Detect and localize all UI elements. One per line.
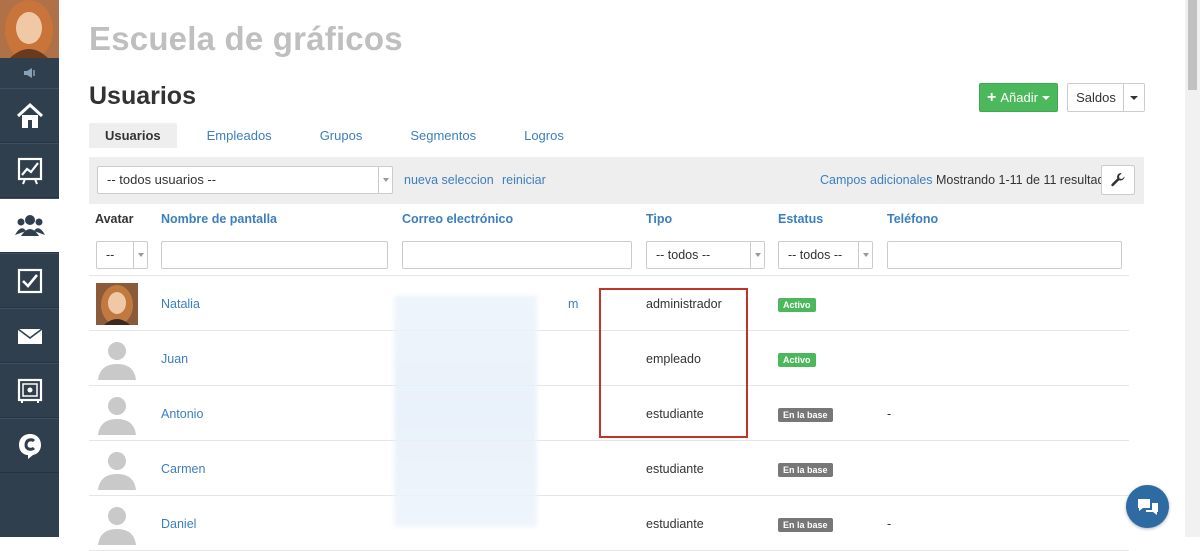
sidebar bbox=[0, 0, 59, 537]
avatar bbox=[96, 393, 138, 435]
tab-grupos[interactable]: Grupos bbox=[304, 123, 379, 148]
user-phone: - bbox=[887, 517, 892, 531]
header-phone[interactable]: Teléfono bbox=[887, 212, 938, 226]
envelope-icon bbox=[17, 327, 42, 344]
phone-filter-input[interactable] bbox=[887, 241, 1122, 269]
chat-logo-icon bbox=[18, 433, 41, 459]
header-email[interactable]: Correo electrónico bbox=[402, 212, 513, 226]
redacted-email-overlay bbox=[394, 295, 537, 527]
extra-fields-link[interactable]: Campos adicionales bbox=[820, 173, 933, 187]
tab-usuarios[interactable]: Usuarios bbox=[89, 123, 177, 148]
table-row[interactable]: Carmen estudiante En la base bbox=[89, 441, 1129, 496]
checkbox-icon bbox=[17, 268, 42, 293]
status-badge: En la base bbox=[778, 518, 833, 532]
user-email-link[interactable]: m bbox=[568, 297, 578, 311]
users-icon bbox=[14, 214, 45, 236]
default-avatar-icon bbox=[98, 452, 136, 490]
home-icon bbox=[16, 102, 43, 128]
filter-row: -- -- todos -- -- todos -- bbox=[89, 234, 1129, 276]
status-badge: Activo bbox=[778, 353, 816, 367]
chevron-down-icon bbox=[1130, 95, 1138, 100]
chevron-down-icon bbox=[378, 167, 392, 193]
user-name-link[interactable]: Carmen bbox=[161, 462, 205, 476]
avatar bbox=[96, 338, 138, 380]
sidebar-item-reports[interactable] bbox=[0, 143, 59, 198]
header-status[interactable]: Estatus bbox=[778, 212, 823, 226]
sidebar-item-messages[interactable] bbox=[0, 308, 59, 363]
avatar bbox=[96, 503, 138, 545]
chat-bubbles-icon bbox=[1137, 498, 1158, 515]
page-scrollbar-thumb[interactable] bbox=[1188, 0, 1197, 90]
add-button-label: Añadir bbox=[1000, 90, 1038, 105]
default-avatar-icon bbox=[98, 342, 136, 380]
add-button[interactable]: + Añadir bbox=[979, 83, 1058, 112]
sidebar-item-safe[interactable] bbox=[0, 363, 59, 418]
table-row[interactable]: Daniel estudiante En la base - bbox=[89, 496, 1129, 551]
tab-empleados[interactable]: Empleados bbox=[191, 123, 288, 148]
user-type: estudiante bbox=[646, 462, 704, 476]
announcements-icon[interactable] bbox=[0, 58, 59, 88]
page-title: Usuarios bbox=[89, 82, 196, 110]
user-photo-icon bbox=[96, 283, 138, 325]
status-badge: En la base bbox=[778, 463, 833, 477]
settings-button[interactable] bbox=[1101, 165, 1135, 195]
avatar-filter-select[interactable]: -- bbox=[96, 241, 148, 269]
user-name-link[interactable]: Juan bbox=[161, 352, 188, 366]
app-title: Escuela de gráficos bbox=[89, 20, 403, 57]
status-badge: Activo bbox=[778, 298, 816, 312]
user-group-select-value: -- todos usuarios -- bbox=[107, 172, 217, 187]
reset-link[interactable]: reiniciar bbox=[502, 173, 546, 187]
saldos-dropdown-toggle[interactable] bbox=[1123, 83, 1145, 112]
page-scrollbar[interactable] bbox=[1185, 0, 1200, 537]
chart-icon bbox=[17, 157, 42, 184]
user-group-select[interactable]: -- todos usuarios -- bbox=[97, 166, 393, 194]
user-name-link[interactable]: Antonio bbox=[161, 407, 203, 421]
header-display-name[interactable]: Nombre de pantalla bbox=[161, 212, 277, 226]
user-type: estudiante bbox=[646, 517, 704, 531]
tab-segmentos[interactable]: Segmentos bbox=[394, 123, 492, 148]
support-chat-button[interactable] bbox=[1126, 485, 1169, 528]
chevron-down-icon bbox=[133, 242, 147, 268]
avatar bbox=[96, 448, 138, 490]
header-type[interactable]: Tipo bbox=[646, 212, 672, 226]
sidebar-item-chat[interactable] bbox=[0, 418, 59, 473]
user-name-link[interactable]: Natalia bbox=[161, 297, 200, 311]
results-count: Mostrando 1-11 de 11 resultados. bbox=[936, 173, 1122, 187]
email-filter-input[interactable] bbox=[402, 241, 632, 269]
sidebar-item-home[interactable] bbox=[0, 88, 59, 143]
tab-logros[interactable]: Logros bbox=[508, 123, 580, 148]
chevron-down-icon bbox=[858, 242, 872, 268]
user-phone: - bbox=[887, 407, 892, 421]
table-header: Avatar Nombre de pantalla Correo electró… bbox=[89, 204, 1129, 234]
default-avatar-icon bbox=[98, 397, 136, 435]
type-filter-select[interactable]: -- todos -- bbox=[646, 241, 765, 269]
tab-bar: Usuarios Empleados Grupos Segmentos Logr… bbox=[89, 123, 596, 148]
avatar-filter-value: -- bbox=[106, 248, 115, 262]
chevron-down-icon bbox=[750, 242, 764, 268]
type-filter-value: -- todos -- bbox=[656, 248, 711, 262]
main-content: Escuela de gráficos Usuarios + Añadir Sa… bbox=[59, 0, 1200, 551]
header-avatar: Avatar bbox=[95, 212, 134, 226]
status-filter-value: -- todos -- bbox=[788, 248, 843, 262]
status-filter-select[interactable]: -- todos -- bbox=[778, 241, 873, 269]
safe-icon bbox=[17, 378, 42, 403]
new-selection-link[interactable]: nueva seleccion bbox=[404, 173, 494, 187]
type-column-highlight bbox=[599, 288, 748, 438]
status-badge: En la base bbox=[778, 408, 833, 422]
current-user-avatar[interactable] bbox=[0, 0, 59, 58]
chevron-down-icon bbox=[1041, 95, 1050, 100]
saldos-button[interactable]: Saldos bbox=[1067, 83, 1124, 112]
user-photo-icon bbox=[0, 0, 59, 58]
user-name-link[interactable]: Daniel bbox=[161, 517, 196, 531]
filter-toolbar: -- todos usuarios -- nueva seleccion rei… bbox=[89, 157, 1144, 204]
display-name-filter-input[interactable] bbox=[161, 241, 388, 269]
sidebar-item-tasks[interactable] bbox=[0, 253, 59, 308]
sidebar-item-users[interactable] bbox=[0, 198, 59, 253]
wrench-icon bbox=[1111, 173, 1125, 187]
avatar bbox=[96, 283, 138, 325]
plus-icon: + bbox=[987, 88, 997, 106]
default-avatar-icon bbox=[98, 507, 136, 545]
